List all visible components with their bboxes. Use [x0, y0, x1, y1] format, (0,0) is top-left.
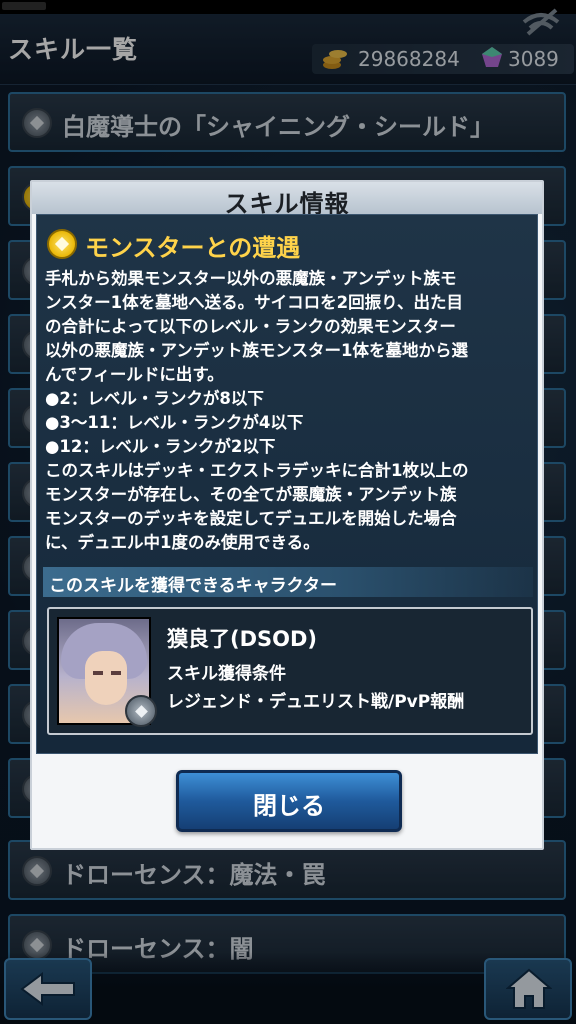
skill-badge-icon [47, 229, 77, 259]
description-line: モンスターが存在し、その全てが悪魔族・アンデット族 [45, 485, 457, 504]
description-line: の合計によって以下のレベル・ランクの効果モンスター [45, 317, 456, 336]
skill-detail-panel: モンスターとの遭遇 手札から効果モンスター以外の悪魔族・アンデット族モ ンスター… [36, 214, 538, 754]
description-line: ●12：レベル・ランクが2以下 [45, 437, 276, 456]
portrait-face [85, 651, 127, 705]
portrait-eye [111, 671, 121, 675]
skill-name: モンスターとの遭遇 [85, 234, 301, 262]
character-card[interactable]: 獏良了(DSOD) スキル獲得条件 レジェンド・デュエリスト戦/PvP報酬 [47, 607, 533, 735]
description-line: このスキルはデッキ・エクストラデッキに合計1枚以上の [45, 461, 469, 480]
dialog-title-bar: スキル情報 [32, 182, 542, 218]
character-portrait [57, 617, 157, 727]
skill-info-dialog: スキル情報 モンスターとの遭遇 手札から効果モンスター以外の悪魔族・アンデット族… [30, 180, 544, 850]
description-line: 以外の悪魔族・アンデット族モンスター1体を墓地から選 [45, 341, 468, 360]
skill-badge-icon [125, 695, 157, 727]
description-line: モンスターのデッキを設定してデュエルを開始した場合 [45, 509, 457, 528]
condition-value: レジェンド・デュエリスト戦/PvP報酬 [167, 692, 465, 712]
character-name: 獏良了(DSOD) [167, 627, 318, 651]
condition-label: スキル獲得条件 [167, 664, 286, 684]
description-line: んでフィールドに出す。 [45, 365, 224, 384]
skill-description: 手札から効果モンスター以外の悪魔族・アンデット族モ ンスター1体を墓地へ送る。サ… [45, 267, 535, 555]
section-header: このスキルを獲得できるキャラクター [43, 567, 533, 597]
portrait-eye [93, 671, 103, 675]
section-header-label: このスキルを獲得できるキャラクター [49, 576, 337, 596]
description-line: ●3〜11：レベル・ランクが4以下 [45, 413, 304, 432]
description-line: ンスター1体を墓地へ送る。サイコロを2回振り、出た目 [45, 293, 463, 312]
description-line: に、デュエル中1度のみ使用できる。 [45, 533, 320, 552]
description-line: 手札から効果モンスター以外の悪魔族・アンデット族モ [45, 269, 457, 288]
description-line: ●2：レベル・ランクが8以下 [45, 389, 264, 408]
close-button-label: 閉じる [253, 792, 325, 820]
close-button[interactable]: 閉じる [176, 770, 402, 832]
